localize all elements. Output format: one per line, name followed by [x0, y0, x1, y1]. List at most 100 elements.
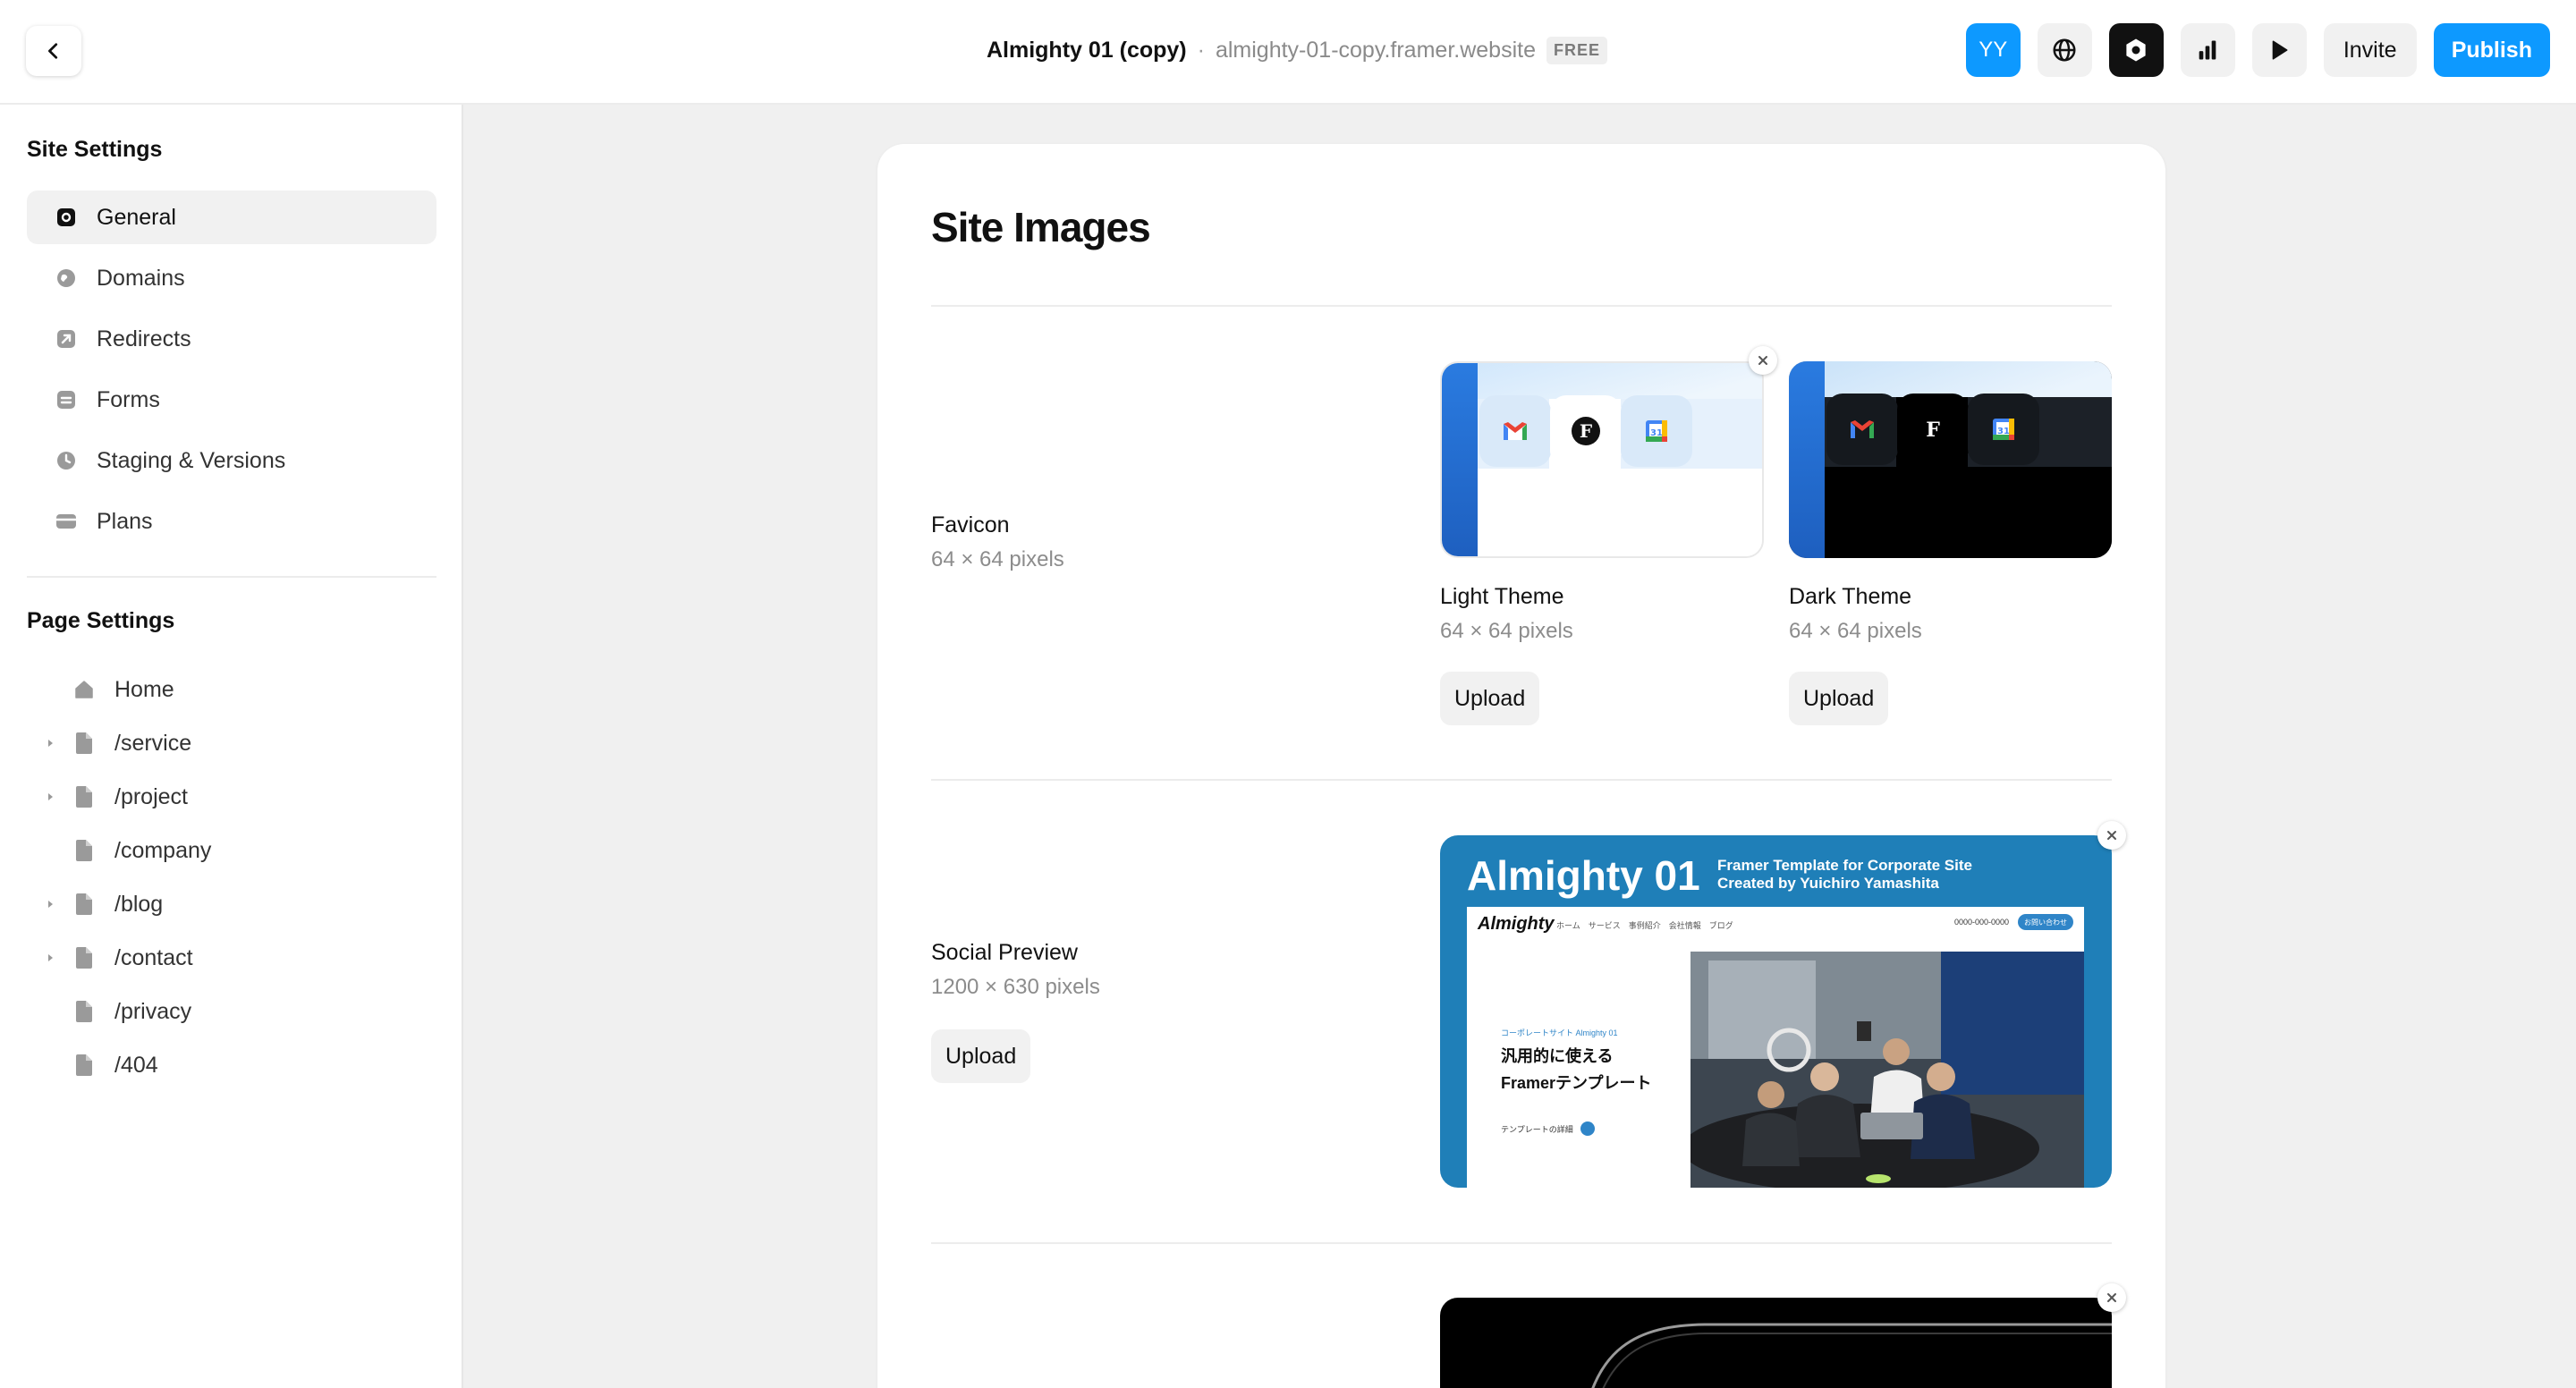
sidebar-item-redirects[interactable]: Redirects [27, 312, 436, 366]
mockup-link: テンプレートの詳細 [1501, 1121, 1595, 1136]
card-icon [55, 511, 77, 532]
page-icon [73, 1000, 95, 1023]
social-preview-size: 1200 × 630 pixels [931, 975, 1100, 999]
preview-button[interactable] [2251, 23, 2307, 77]
framer-favicon-icon: F [1897, 394, 1969, 465]
page-item-label: /404 [114, 1052, 158, 1078]
sidebar: Site Settings General Domains Redirects … [0, 105, 463, 1388]
preview-tagline-line: Created by Yuichiro Yamashita [1717, 875, 1939, 892]
analytics-button[interactable] [2180, 23, 2235, 77]
page-item-privacy[interactable]: /privacy [27, 988, 436, 1035]
remove-light-favicon-button[interactable] [1749, 346, 1777, 375]
project-title: Almighty 01 (copy) [986, 37, 1187, 63]
section-divider [931, 779, 2112, 781]
page-item-label: /contact [114, 944, 193, 970]
page-icon [73, 946, 95, 969]
dark-theme-label: Dark Theme [1789, 584, 1912, 609]
page-item-contact[interactable]: /contact [27, 935, 436, 981]
gear-icon [2126, 38, 2146, 62]
sidebar-item-general[interactable]: General [27, 190, 436, 244]
sidebar-item-plans[interactable]: Plans [27, 495, 436, 548]
settings-button[interactable] [2108, 23, 2164, 77]
sidebar-item-label: Redirects [97, 326, 191, 351]
light-theme-label: Light Theme [1440, 584, 1564, 609]
page-title: Site Images [931, 204, 1151, 250]
mockup-headline-line: 汎用的に使える [1501, 1047, 1614, 1065]
toolbar: YY Invite Publish [1965, 23, 2550, 77]
mockup-eyebrow: コーポレートサイト Almighty 01 [1501, 1028, 1618, 1037]
sidebar-item-label: Plans [97, 508, 153, 534]
sidebar-divider [27, 576, 436, 578]
sidebar-item-label: Domains [97, 265, 185, 291]
page-item-home[interactable]: Home [27, 666, 436, 713]
avatar[interactable]: YY [1965, 23, 2021, 77]
expand-caret-icon[interactable] [27, 792, 73, 801]
mockup-nav: ホーム サービス 事例紹介 会社情報 ブログ [1556, 921, 1733, 930]
section-divider [931, 1242, 2112, 1244]
preview-heading: Almighty 01 [1467, 852, 1700, 899]
remove-social-preview-button[interactable] [2097, 821, 2126, 850]
favicon-dark-preview: F 31 [1789, 361, 2112, 558]
upload-dark-favicon-button[interactable]: Upload [1789, 672, 1889, 725]
mockup-logo: Almighty [1478, 914, 1555, 934]
mockup-headline-line: Framerテンプレート [1501, 1074, 1652, 1092]
redirect-icon [55, 328, 77, 350]
sidebar-item-forms[interactable]: Forms [27, 373, 436, 427]
mockup-cta: お問い合わせ [2018, 914, 2073, 930]
form-icon [55, 389, 77, 410]
framer-favicon-icon: F [1550, 395, 1622, 467]
sidebar-item-label: Forms [97, 386, 160, 412]
page-icon [73, 893, 95, 916]
svg-text:31: 31 [1997, 427, 2010, 436]
sidebar-item-domains[interactable]: Domains [27, 251, 436, 305]
mockup-phone: 0000-000-0000 [1953, 918, 2009, 927]
page-item-label: /privacy [114, 998, 192, 1024]
upload-social-preview-button[interactable]: Upload [931, 1029, 1031, 1083]
expand-caret-icon[interactable] [27, 739, 73, 748]
remove-next-image-button[interactable] [2097, 1283, 2126, 1312]
language-button[interactable] [2037, 23, 2092, 77]
top-bar: Almighty 01 (copy) · almighty-01-copy.fr… [0, 0, 2576, 105]
page-item-project[interactable]: /project [27, 774, 436, 820]
close-icon [2107, 831, 2116, 840]
page-item-label: /blog [114, 891, 164, 917]
page-item-404[interactable]: /404 [27, 1042, 436, 1088]
page-item-company[interactable]: /company [27, 827, 436, 874]
page-item-service[interactable]: /service [27, 720, 436, 766]
home-icon [73, 678, 95, 701]
page-icon [73, 839, 95, 862]
gear-icon [55, 207, 77, 228]
svg-text:F: F [1580, 420, 1592, 442]
preview-site-mockup: Almighty ホーム サービス 事例紹介 会社情報 ブログ 0000-000… [1467, 907, 2084, 1188]
preview-tagline: Framer Template for Corporate Site Creat… [1717, 857, 1972, 893]
favicon-size: 64 × 64 pixels [931, 547, 1064, 571]
page-item-blog[interactable]: /blog [27, 881, 436, 927]
site-url[interactable]: almighty-01-copy.framer.website [1216, 38, 1536, 63]
social-preview-image: Almighty 01 Framer Template for Corporat… [1440, 835, 2112, 1188]
sidebar-item-label: General [97, 204, 176, 230]
site-settings-heading: Site Settings [27, 137, 163, 162]
expand-caret-icon[interactable] [27, 953, 73, 962]
social-preview-label: Social Preview [931, 940, 1078, 965]
device-outline-illustration [1591, 1323, 2112, 1388]
favicon-light-preview: F 31 [1440, 361, 1764, 558]
page-item-label: Home [114, 676, 174, 702]
upload-light-favicon-button[interactable]: Upload [1440, 672, 1540, 725]
sidebar-item-staging[interactable]: Staging & Versions [27, 434, 436, 487]
page-item-label: /service [114, 730, 192, 756]
calendar-icon: 31 [1968, 394, 2039, 465]
mockup-headline: 汎用的に使える Framerテンプレート [1501, 1043, 1652, 1096]
arrow-circle-icon [1580, 1121, 1595, 1136]
preview-tagline-line: Framer Template for Corporate Site [1717, 857, 1972, 874]
svg-text:31: 31 [1650, 428, 1663, 438]
close-icon [2107, 1293, 2116, 1302]
dark-theme-size: 64 × 64 pixels [1789, 619, 1922, 643]
light-theme-size: 64 × 64 pixels [1440, 619, 1573, 643]
invite-button[interactable]: Invite [2323, 23, 2417, 77]
publish-button[interactable]: Publish [2433, 23, 2550, 77]
expand-caret-icon[interactable] [27, 900, 73, 909]
title-separator: · [1197, 37, 1205, 63]
calendar-icon: 31 [1621, 395, 1692, 467]
page-item-label: /project [114, 783, 188, 809]
bar-chart-icon [2199, 40, 2216, 60]
